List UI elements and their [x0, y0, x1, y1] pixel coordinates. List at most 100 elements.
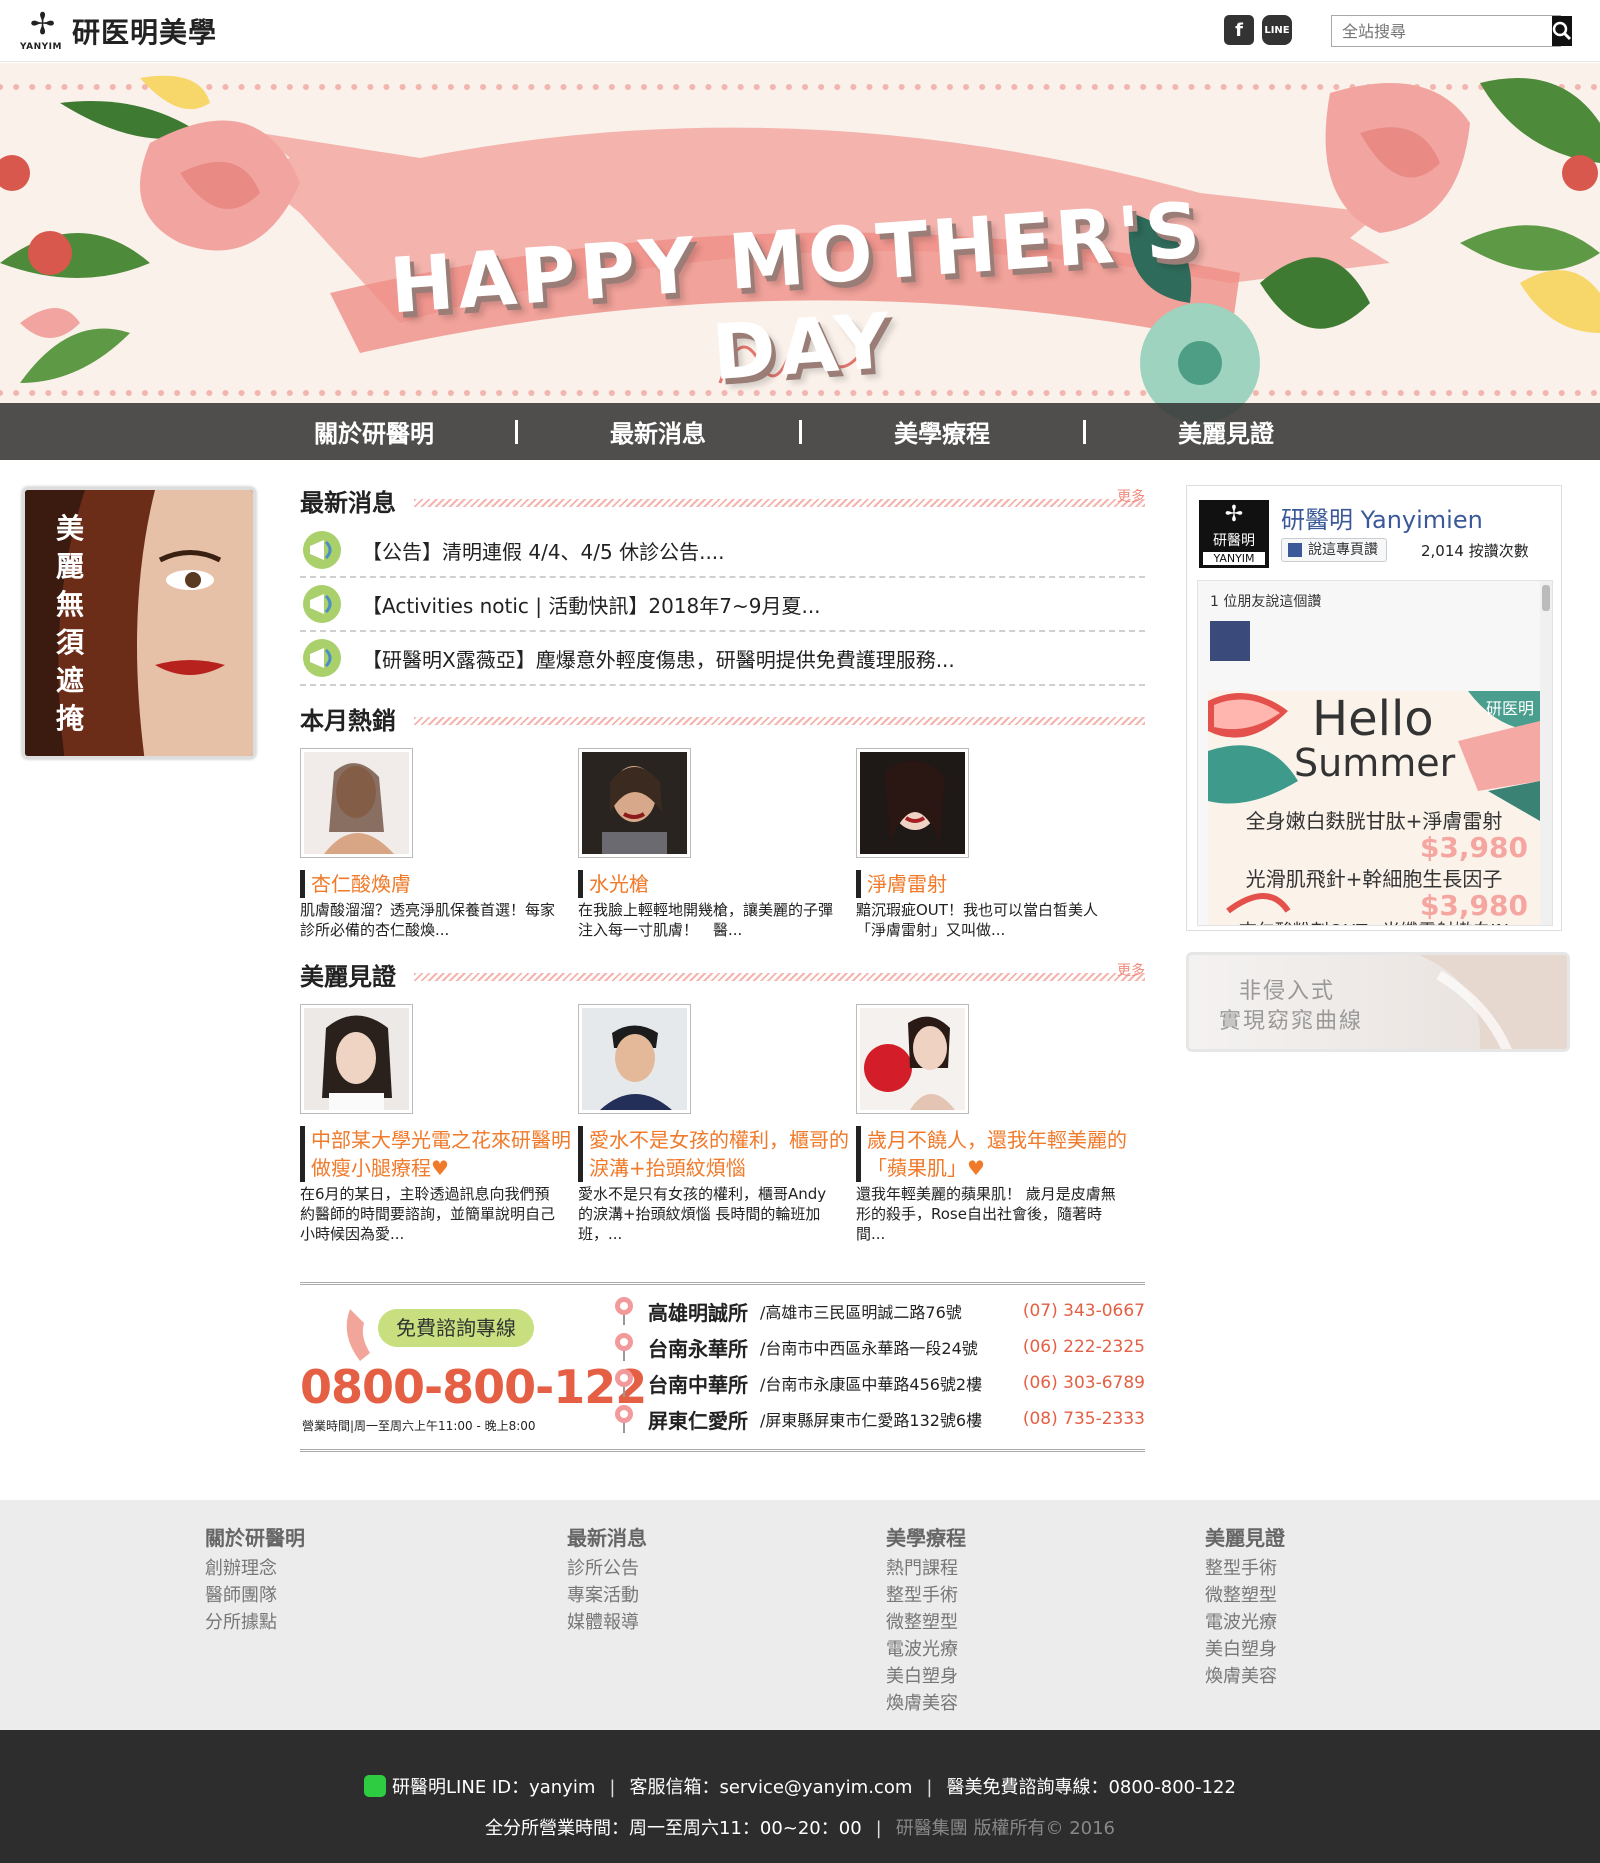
branch-address: /屏東縣屏東市仁愛路132號6樓 [760, 1411, 983, 1430]
site-logo[interactable]: ✢ YANYIM 研医明美學 [20, 8, 217, 54]
beauty-portrait-ad[interactable]: 美麗無 須遮掩 [22, 487, 256, 759]
hot-title: 水光槍 [578, 870, 856, 898]
sitemap-link[interactable]: 煥膚美容 [1205, 1663, 1285, 1690]
fb-like-label: 說這專頁讚 [1308, 542, 1378, 558]
body-contour-ad[interactable]: 非侵入式 實現窈窕曲線 [1186, 952, 1570, 1052]
sitemap-link[interactable]: 整型手術 [886, 1582, 966, 1609]
sitemap-heading[interactable]: 美麗見證 [1205, 1522, 1285, 1551]
testimonial-title: 中部某大學光電之花來研醫明做瘦小腿療程♥ [300, 1126, 578, 1182]
branch-item: 屏東仁愛所 /屏東縣屏東市仁愛路132號6樓 (08) 735-2333 [612, 1401, 1145, 1437]
sitemap-link[interactable]: 美白塑身 [886, 1663, 966, 1690]
summer-promo-image[interactable]: 研医明 Hello Summer 全身嫩白麩胱甘肽+淨膚雷射 $3,980 光滑… [1208, 691, 1540, 925]
sitemap-link[interactable]: 美白塑身 [1205, 1636, 1285, 1663]
megaphone-icon [303, 585, 341, 623]
sitemap-column-news: 最新消息 診所公告 專案活動 媒體報導 [567, 1522, 647, 1636]
footer-hours: 全分所營業時間：周一至周六11：00~20：00 [484, 1818, 862, 1839]
news-more-link[interactable]: 更多 [1117, 486, 1145, 506]
line-icon[interactable]: LINE [1262, 15, 1292, 45]
sitemap-link[interactable]: 煥膚美容 [886, 1690, 966, 1717]
business-hours: 營業時間|周一至周六上午11:00 - 晚上8:00 [302, 1419, 536, 1433]
facebook-icon[interactable]: f [1224, 15, 1254, 45]
hot-thumbnail [578, 748, 691, 858]
hot-card[interactable]: 杏仁酸煥膚 肌膚酸溜溜？透亮淨肌保養首選！每家診所必備的杏仁酸煥... [300, 748, 578, 940]
news-item[interactable]: 【公告】清明連假 4/4、4/5 休診公告.... [300, 524, 1145, 578]
hot-heading: 本月熱銷 [300, 706, 396, 735]
fb-timeline: 1 位朋友說這個讚 研医明 Hello Summer 全身嫩白麩胱甘肽+淨膚雷射… [1197, 580, 1553, 926]
testimonial-card[interactable]: 愛水不是女孩的權利，櫃哥的淚溝+抬頭紋煩惱 愛水不是只有女孩的權利，櫃哥Andy… [578, 1004, 856, 1244]
search-button[interactable] [1552, 16, 1572, 46]
footer-email[interactable]: 客服信箱：service@yanyim.com [629, 1777, 912, 1798]
sitemap-link[interactable]: 整型手術 [1205, 1555, 1285, 1582]
sitemap-link[interactable]: 微整塑型 [886, 1609, 966, 1636]
branch-phone[interactable]: (06) 222-2325 [1023, 1337, 1145, 1357]
search-icon [1552, 21, 1572, 41]
friend-avatar[interactable] [1210, 621, 1250, 661]
footer-contact-row: 研醫明LINE ID：yanyim | 客服信箱：service@yanyim.co… [0, 1773, 1600, 1799]
search-input[interactable] [1332, 16, 1552, 46]
footer-divider: | [609, 1777, 616, 1798]
sitemap-link[interactable]: 熱門課程 [886, 1555, 966, 1582]
fb-scrollbar[interactable] [1540, 581, 1552, 925]
branch-phone[interactable]: (08) 735-2333 [1023, 1409, 1145, 1429]
main-content: 最新消息 更多 【公告】清明連假 4/4、4/5 休診公告.... 【Activ… [300, 480, 1145, 1452]
testimonial-desc: 愛水不是只有女孩的權利，櫃哥Andy的淚溝+抬頭紋煩惱 長時間的輪班加班，... [578, 1185, 827, 1243]
phone-handset-icon [346, 1309, 370, 1361]
nav-treatments[interactable]: 美學療程 [802, 414, 1083, 449]
footer-line-id: 研醫明LINE ID：yanyim [392, 1777, 596, 1798]
nav-testimonials[interactable]: 美麗見證 [1086, 414, 1367, 449]
hot-card[interactable]: 淨膚雷射 黯沉瑕疵OUT！我也可以當白皙美人 「淨膚雷射」又叫做... [856, 748, 1134, 940]
hot-card[interactable]: 水光槍 在我臉上輕輕地開幾槍，讓美麗的子彈注入每一寸肌膚！ 醫... [578, 748, 856, 940]
nav-news[interactable]: 最新消息 [518, 414, 799, 449]
sitemap-link[interactable]: 媒體報導 [567, 1609, 647, 1636]
branch-phone[interactable]: (06) 303-6789 [1023, 1373, 1145, 1393]
testimonial-desc: 還我年輕美麗的蘋果肌！ 歲月是皮膚無形的殺手，Rose自出社會後，隨著時間... [856, 1185, 1116, 1243]
section-divider [414, 717, 1145, 725]
nav-about[interactable]: 關於研醫明 [234, 414, 515, 449]
branch-address: /高雄市三民區明誠二路76號 [760, 1303, 962, 1322]
sitemap-link[interactable]: 電波光療 [1205, 1609, 1285, 1636]
contact-block: 免費諮詢專線 0800-800-122 營業時間|周一至周六上午11:00 - … [300, 1282, 1145, 1452]
news-heading: 最新消息 [300, 488, 396, 517]
fb-page-name[interactable]: 研醫明 Yanyimien [1281, 500, 1483, 535]
testimonials-heading: 美麗見證 [300, 962, 396, 991]
location-pin-icon [615, 1297, 633, 1325]
sitemap-link[interactable]: 醫師團隊 [205, 1582, 305, 1609]
news-item[interactable]: 【研醫明X露薇亞】塵爆意外輕度傷患，研醫明提供免費護理服務... [300, 632, 1145, 686]
hot-section-header: 本月熱銷 [300, 698, 1145, 738]
consult-phone-number[interactable]: 0800-800-122 [300, 1360, 647, 1414]
sitemap-link[interactable]: 分所據點 [205, 1609, 305, 1636]
section-divider [414, 499, 1145, 507]
scrollbar-thumb[interactable] [1542, 585, 1550, 611]
sitemap-heading[interactable]: 關於研醫明 [205, 1522, 305, 1551]
news-title: 【Activities notic | 活動快訊】2018年7~9月夏... [362, 593, 821, 618]
branch-phone[interactable]: (07) 343-0667 [1023, 1301, 1145, 1321]
side-ad-line-1: 非侵入式 [1239, 979, 1336, 1004]
news-section-header: 最新消息 更多 [300, 480, 1145, 520]
sitemap-link[interactable]: 創辦理念 [205, 1555, 305, 1582]
sitemap-heading[interactable]: 最新消息 [567, 1522, 647, 1551]
testimonial-card[interactable]: 歲月不饒人，還我年輕美麗的「蘋果肌」♥ 還我年輕美麗的蘋果肌！ 歲月是皮膚無形的… [856, 1004, 1134, 1244]
footer-divider: | [926, 1777, 933, 1798]
fb-page-avatar[interactable]: ✢ 研醫明 YANYIM [1199, 500, 1269, 568]
testimonial-cards: 中部某大學光電之花來研醫明做瘦小腿療程♥ 在6月的某日，主聆透過訊息向我們預約醫… [300, 1004, 1145, 1244]
logo-text: 研医明美學 [72, 16, 218, 49]
fb-like-button[interactable]: 說這專頁讚 [1281, 538, 1387, 562]
testimonials-more-link[interactable]: 更多 [1117, 960, 1145, 980]
branch-name: 台南中華所 [648, 1372, 748, 1397]
promo-price-1: $3,980 [1419, 831, 1528, 864]
hot-cards: 杏仁酸煥膚 肌膚酸溜溜？透亮淨肌保養首選！每家診所必備的杏仁酸煥... 水光槍 … [300, 748, 1145, 940]
sitemap-link[interactable]: 電波光療 [886, 1636, 966, 1663]
sitemap-link[interactable]: 診所公告 [567, 1555, 647, 1582]
sitemap-heading[interactable]: 美學療程 [886, 1522, 966, 1551]
testimonial-thumbnail [578, 1004, 691, 1114]
news-item[interactable]: 【Activities notic | 活動快訊】2018年7~9月夏... [300, 578, 1145, 632]
site-search [1331, 15, 1572, 47]
sitemap-column-about: 關於研醫明 創辦理念 醫師團隊 分所據點 [205, 1522, 305, 1636]
hot-desc: 黯沉瑕疵OUT！我也可以當白皙美人 「淨膚雷射」又叫做... [856, 901, 1113, 939]
sitemap-link[interactable]: 微整塑型 [1205, 1582, 1285, 1609]
sitemap-link[interactable]: 專案活動 [567, 1582, 647, 1609]
promo-line-3: 杏仁酸粉刺OUT+光纖雷射嫩白IN [1208, 917, 1540, 925]
portrait-slogan: 美麗無 須遮掩 [55, 512, 84, 735]
branch-item: 高雄明誠所 /高雄市三民區明誠二路76號 (07) 343-0667 [612, 1293, 1145, 1329]
testimonial-card[interactable]: 中部某大學光電之花來研醫明做瘦小腿療程♥ 在6月的某日，主聆透過訊息向我們預約醫… [300, 1004, 578, 1244]
